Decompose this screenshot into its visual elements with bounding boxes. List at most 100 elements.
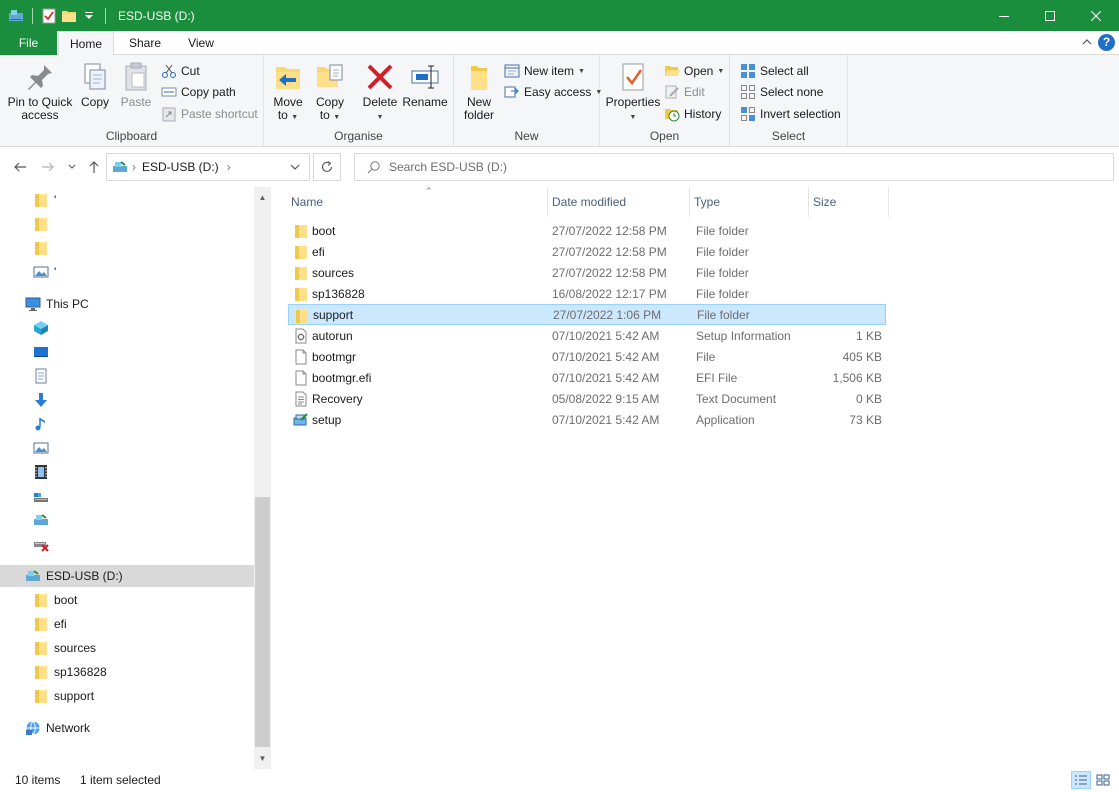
file-row[interactable]: sources 27/07/2022 12:58 PM File folder: [288, 262, 886, 283]
file-type: File: [696, 349, 716, 364]
easy-access-icon: [504, 86, 519, 98]
file-date-modified: 07/10/2021 5:42 AM: [552, 412, 660, 427]
help-icon[interactable]: ?: [1098, 34, 1115, 51]
chevron-down-icon[interactable]: [81, 8, 97, 24]
address-bar[interactable]: › ESD-USB (D:) ›: [106, 153, 310, 181]
column-header-size[interactable]: Size: [809, 187, 889, 217]
breadcrumb-separator[interactable]: ›: [227, 160, 231, 174]
invert-selection-button[interactable]: Invert selection: [740, 104, 841, 124]
nav-network[interactable]: Network: [0, 717, 254, 739]
file-row[interactable]: Recovery 05/08/2022 9:15 AM Text Document 0…: [288, 388, 886, 409]
file-type: File folder: [697, 307, 750, 322]
minimize-button[interactable]: [981, 0, 1027, 31]
select-none-button[interactable]: Select none: [740, 82, 823, 102]
history-label: History: [684, 107, 722, 121]
cut-button[interactable]: Cut: [161, 61, 200, 81]
column-header-type[interactable]: Type: [690, 187, 809, 217]
drive-icon[interactable]: [8, 8, 24, 24]
file-type: File folder: [696, 244, 749, 259]
file-row[interactable]: sp136828 16/08/2022 12:17 PM File folder: [288, 283, 886, 304]
nav-folder-support[interactable]: support: [0, 685, 254, 707]
nav-quick-item[interactable]: [0, 237, 254, 259]
file-name: autorun: [312, 328, 353, 343]
nav-3d-objects[interactable]: [0, 317, 254, 339]
file-row[interactable]: setup 07/10/2021 5:42 AM Application 73 KB: [288, 409, 886, 430]
tab-file[interactable]: File: [0, 31, 57, 55]
nav-folder-boot[interactable]: boot: [0, 589, 254, 611]
nav-drive-esd-usb[interactable]: ESD-USB (D:): [0, 565, 254, 587]
nav-quick-item[interactable]: [0, 213, 254, 235]
details-view-button[interactable]: [1071, 771, 1091, 789]
paste-shortcut-button[interactable]: Paste shortcut: [161, 104, 258, 124]
nav-documents[interactable]: [0, 365, 254, 387]
file-row[interactable]: support 27/07/2022 1:06 PM File folder: [288, 304, 886, 325]
file-row[interactable]: bootmgr 07/10/2021 5:42 AM File 405 KB: [288, 346, 886, 367]
select-all-label: Select all: [760, 64, 809, 78]
nav-this-pc[interactable]: This PC: [0, 293, 254, 315]
properties-label: Properties: [605, 95, 661, 109]
nav-videos[interactable]: [0, 461, 254, 483]
nav-desktop[interactable]: [0, 341, 254, 363]
scroll-thumb[interactable]: [255, 497, 270, 747]
delete-button[interactable]: Delete ▼: [360, 61, 400, 124]
back-button[interactable]: [12, 159, 28, 175]
history-button[interactable]: History: [664, 104, 721, 124]
paste-button[interactable]: Paste: [116, 61, 156, 109]
move-to-button[interactable]: Move to ▼: [272, 61, 304, 124]
properties-icon[interactable]: [41, 8, 57, 24]
properties-button[interactable]: Properties ▼: [604, 61, 662, 124]
file-row[interactable]: efi 27/07/2022 12:58 PM File folder: [288, 241, 886, 262]
refresh-button[interactable]: [313, 153, 341, 181]
rename-label: Rename: [402, 95, 448, 109]
nav-usb-drive[interactable]: [0, 509, 254, 531]
file-name: setup: [312, 412, 342, 427]
edit-button[interactable]: Edit: [664, 82, 705, 102]
tab-home[interactable]: Home: [58, 31, 114, 56]
rename-button[interactable]: Rename: [402, 61, 448, 109]
column-header-date[interactable]: Date modified: [548, 187, 690, 217]
nav-local-disk[interactable]: [0, 485, 254, 507]
nav-scrollbar[interactable]: ▲ ▼: [254, 187, 271, 769]
search-box[interactable]: Search ESD-USB (D:): [354, 153, 1114, 181]
scroll-down-arrow[interactable]: ▼: [254, 750, 271, 767]
easy-access-button[interactable]: Easy access ▼: [504, 82, 602, 102]
maximize-button[interactable]: [1027, 0, 1073, 31]
drive-icon: [34, 514, 48, 525]
settings-file-icon: [295, 328, 307, 344]
file-row[interactable]: autorun 07/10/2021 5:42 AM Setup Informati…: [288, 325, 886, 346]
chevron-up-icon[interactable]: [1081, 36, 1093, 48]
select-all-button[interactable]: Select all: [740, 61, 809, 81]
nav-network-drive-disconnected[interactable]: [0, 533, 254, 555]
nav-quick-item[interactable]: ': [0, 189, 254, 211]
up-button[interactable]: [86, 159, 102, 175]
recent-locations-button[interactable]: [64, 159, 80, 175]
large-icons-view-button[interactable]: [1093, 771, 1113, 789]
copy-button[interactable]: Copy: [76, 61, 114, 109]
column-header-name[interactable]: ⌃ Name: [287, 186, 548, 217]
close-button[interactable]: [1073, 0, 1119, 31]
chevron-down-icon[interactable]: [289, 160, 301, 174]
nav-pictures[interactable]: [0, 437, 254, 459]
nav-music[interactable]: [0, 413, 254, 435]
scroll-up-arrow[interactable]: ▲: [254, 189, 271, 206]
forward-button[interactable]: [40, 159, 56, 175]
tab-share[interactable]: Share: [117, 31, 173, 55]
new-folder-button[interactable]: New folder: [460, 61, 498, 122]
folder-icon: [35, 690, 47, 703]
copy-path-button[interactable]: Copy path: [161, 82, 236, 102]
new-folder-icon[interactable]: [61, 8, 77, 24]
new-item-button[interactable]: New item ▼: [504, 61, 585, 81]
file-row[interactable]: bootmgr.efi 07/10/2021 5:42 AM EFI File 1,5…: [288, 367, 886, 388]
file-row[interactable]: boot 27/07/2022 12:58 PM File folder: [288, 220, 886, 241]
copy-to-button[interactable]: Copy to ▼: [314, 61, 346, 124]
nav-quick-item[interactable]: ': [0, 261, 254, 283]
nav-folder-sp136828[interactable]: sp136828: [0, 661, 254, 683]
tab-view[interactable]: View: [173, 31, 229, 55]
nav-folder-efi[interactable]: efi: [0, 613, 254, 635]
pin-to-quick-access-button[interactable]: Pin to Quick access: [6, 61, 74, 122]
open-button[interactable]: Open ▼: [664, 61, 724, 81]
nav-downloads[interactable]: [0, 389, 254, 411]
breadcrumb-drive[interactable]: ESD-USB (D:): [142, 160, 219, 174]
large-icons-view-icon: [1096, 774, 1110, 786]
nav-folder-sources[interactable]: sources: [0, 637, 254, 659]
